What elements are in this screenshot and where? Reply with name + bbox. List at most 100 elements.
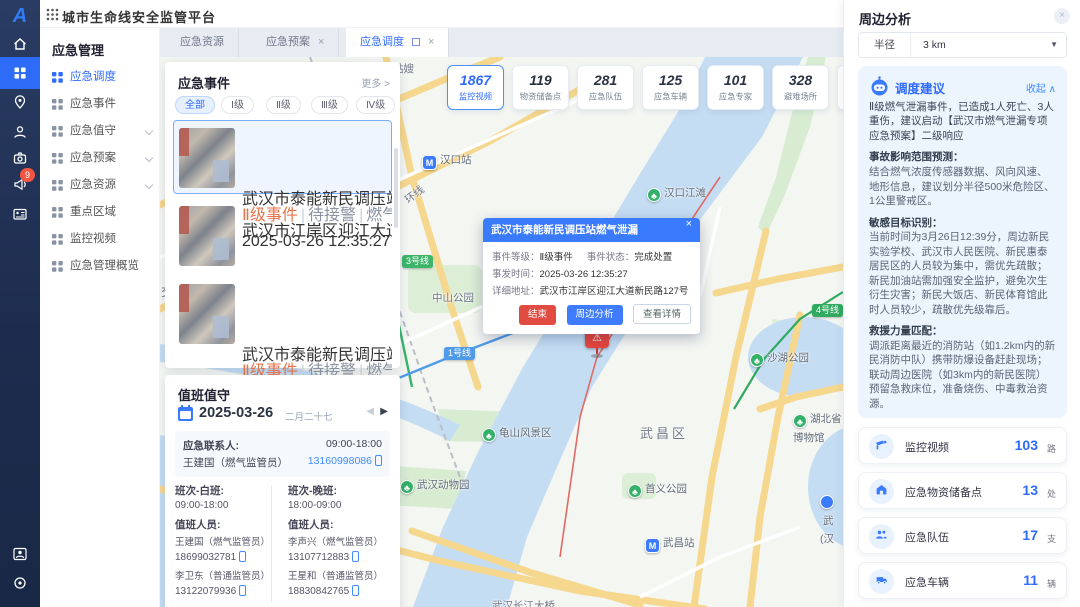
- event-thumbnail: [179, 284, 235, 344]
- contact-name: 王建国（燃气监管员）: [183, 457, 288, 469]
- grid-icon: [52, 153, 63, 164]
- sidebar-item-resources[interactable]: 应急资源: [40, 172, 160, 199]
- next-day-arrow[interactable]: ▶: [380, 406, 388, 417]
- stat-value: 13: [1022, 482, 1038, 498]
- event-list-item[interactable]: 武汉市泰能新民调压站燃气泄漏 Ⅱ级事件|待接警|燃气行业 武汉市江岸区迎江大道新…: [173, 198, 392, 272]
- warehouse-icon: [869, 479, 894, 504]
- id-card-icon[interactable]: [12, 206, 28, 222]
- popup-level-value: Ⅱ级事件: [540, 252, 573, 263]
- metro-station-icon: M: [422, 155, 437, 170]
- sidebar-item-key-areas[interactable]: 重点区域: [40, 199, 160, 226]
- stat-card-teams[interactable]: 281 应急队伍: [577, 65, 634, 110]
- popup-address-value: 武汉市江岸区迎江大道新民路127号: [540, 286, 689, 297]
- map-canvas[interactable]: 姑嫂 M汉口站 ♣汉口江滩 环线 3号线 中山公园 1号线 ♣龟山风景区 ♣武汉…: [160, 57, 843, 607]
- topbar: 城市生命线安全监管平台: [40, 0, 843, 28]
- camera-icon[interactable]: [12, 150, 28, 166]
- map-poi-shouyi: ♣首义公园: [628, 479, 687, 498]
- stat-card-experts[interactable]: 101 应急专家: [707, 65, 764, 110]
- event-list-item[interactable]: 武汉市泰能新民调压站燃气泄漏 Ⅱ级事件|待接警|燃气行业 武汉市江岸区迎江大道新…: [173, 276, 392, 350]
- rail-item-dashboard-active[interactable]: [0, 57, 40, 89]
- contact-phone[interactable]: 13160998086: [308, 455, 382, 467]
- dispatch-suggestion-card: 调度建议 收起 ∧ Ⅱ级燃气泄漏事件，已造成1人死亡、3人重伤，建议启动【武汉市…: [858, 66, 1067, 418]
- camera-icon: [869, 434, 894, 459]
- filter-level4[interactable]: Ⅳ级: [356, 96, 395, 114]
- event-list-item[interactable]: 武汉市泰能新民调压站燃气泄漏 Ⅱ级事件|待接警|燃气行业 武汉市江岸区迎江大道新…: [173, 120, 392, 194]
- right-stat-supplies[interactable]: 应急物资储备点 13 处: [858, 472, 1067, 509]
- popup-status-label: 事件状态：: [587, 252, 635, 263]
- section-heading: 事故影响范围预测：: [869, 150, 1056, 165]
- radius-select[interactable]: 半径 3 km ▼: [858, 32, 1067, 58]
- sidebar-item-plans[interactable]: 应急预案: [40, 145, 160, 172]
- tab-resources[interactable]: 应急资源: [166, 28, 239, 57]
- sidebar-item-dispatch[interactable]: 应急调度: [40, 64, 160, 91]
- section-body: 结合燃气浓度传感器数据、风向风速、地形信息，建议划分半径500米危险区、1公里警…: [869, 165, 1056, 208]
- events-panel-title: 应急事件: [178, 73, 230, 92]
- stat-label: 监控视频: [905, 439, 949, 455]
- staff-label: 值班人员:: [288, 517, 390, 534]
- filter-level2[interactable]: Ⅱ级: [266, 96, 301, 114]
- sidebar-item-overview[interactable]: 应急管理概览: [40, 253, 160, 280]
- stat-value: 119: [513, 72, 568, 88]
- stat-card-supplies[interactable]: 119 物资储备点: [512, 65, 569, 110]
- sidebar-item-video[interactable]: 监控视频: [40, 226, 160, 253]
- staff-name: 李声兴（燃气监管员）: [288, 534, 390, 551]
- tab-dispatch-active[interactable]: 应急调度×: [346, 28, 449, 57]
- staff-name: 李卫东（普通监管员）: [175, 568, 277, 585]
- sidebar-item-duty[interactable]: 应急值守: [40, 118, 160, 145]
- map-poi-partial: 武 (汉: [820, 493, 843, 547]
- shift-time: 09:00-18:00: [175, 500, 277, 517]
- surrounding-analysis-panel: 周边分析 × 半径 3 km ▼ 调度建议 收起 ∧ Ⅱ级燃气泄漏事件，已造成1…: [843, 0, 1080, 607]
- close-icon[interactable]: ×: [318, 36, 324, 48]
- close-icon[interactable]: ×: [428, 36, 434, 48]
- stat-label: 物资储备点: [515, 91, 566, 103]
- duty-date[interactable]: 2025-03-26: [199, 405, 273, 421]
- map-line1-badge: 1号线: [444, 347, 475, 360]
- stat-label: 应急车辆: [905, 574, 949, 590]
- prev-day-arrow[interactable]: ◀: [366, 406, 374, 417]
- close-icon[interactable]: ×: [686, 218, 692, 230]
- sidebar-item-events[interactable]: 应急事件: [40, 91, 160, 118]
- profile-icon[interactable]: [12, 546, 28, 562]
- settings-icon[interactable]: [12, 575, 28, 591]
- scrollbar[interactable]: [394, 148, 398, 228]
- staff-phone[interactable]: 13122079936: [175, 585, 277, 602]
- right-stat-video[interactable]: 监控视频 103 路: [858, 427, 1067, 464]
- grid-icon: [52, 207, 63, 218]
- collapse-link[interactable]: 收起 ∧: [1026, 80, 1056, 95]
- app-grid-icon[interactable]: [46, 8, 59, 21]
- more-link[interactable]: 更多 >: [361, 75, 390, 90]
- staff-phone[interactable]: 18830842765: [288, 585, 390, 602]
- map-poi-hankou-jiangtan: ♣汉口江滩: [647, 183, 706, 202]
- stat-unit: 路: [1047, 442, 1056, 455]
- right-stat-teams[interactable]: 应急队伍 17 支: [858, 517, 1067, 554]
- popup-status-value: 完成处置: [634, 252, 672, 263]
- notification-badge: 9: [20, 168, 35, 182]
- map-poi-zoo: ♣武汉动物园: [400, 475, 470, 494]
- stat-card-shelters[interactable]: 328 避难场所: [772, 65, 829, 110]
- stat-value: 125: [643, 72, 698, 88]
- phone-icon: [352, 551, 359, 562]
- expand-icon[interactable]: [412, 38, 420, 46]
- user-icon[interactable]: [12, 124, 28, 140]
- stat-card-video[interactable]: 1867 监控视频: [447, 65, 504, 110]
- emergency-events-panel: 应急事件 更多 > 全部 Ⅰ级 Ⅱ级 Ⅲ级 Ⅳ级 武汉市泰能新民调压站燃气泄漏 …: [165, 62, 400, 368]
- sidebar-item-label: 应急调度: [70, 64, 116, 91]
- staff-name: 王建国（燃气监管员）: [175, 534, 277, 551]
- location-pin-icon[interactable]: [12, 94, 28, 110]
- surrounding-analysis-button[interactable]: 周边分析: [567, 305, 623, 325]
- stat-value: 328: [773, 72, 828, 88]
- tab-plans[interactable]: 应急预案×: [252, 28, 339, 57]
- stat-value: 103: [1015, 437, 1038, 453]
- filter-all[interactable]: 全部: [175, 96, 215, 114]
- staff-phone[interactable]: 18699032781: [175, 551, 277, 568]
- filter-level1[interactable]: Ⅰ级: [221, 96, 254, 114]
- close-icon[interactable]: ×: [1054, 8, 1070, 24]
- metro-station-icon: M: [645, 538, 660, 553]
- filter-level3[interactable]: Ⅲ级: [311, 96, 348, 114]
- right-stat-vehicles[interactable]: 应急车辆 11 辆: [858, 562, 1067, 599]
- view-detail-button[interactable]: 查看详情: [633, 304, 691, 324]
- home-icon[interactable]: [12, 36, 28, 52]
- end-button[interactable]: 结束: [519, 305, 556, 325]
- staff-phone[interactable]: 13107712883: [288, 551, 390, 568]
- stat-card-vehicles[interactable]: 125 应急车辆: [642, 65, 699, 110]
